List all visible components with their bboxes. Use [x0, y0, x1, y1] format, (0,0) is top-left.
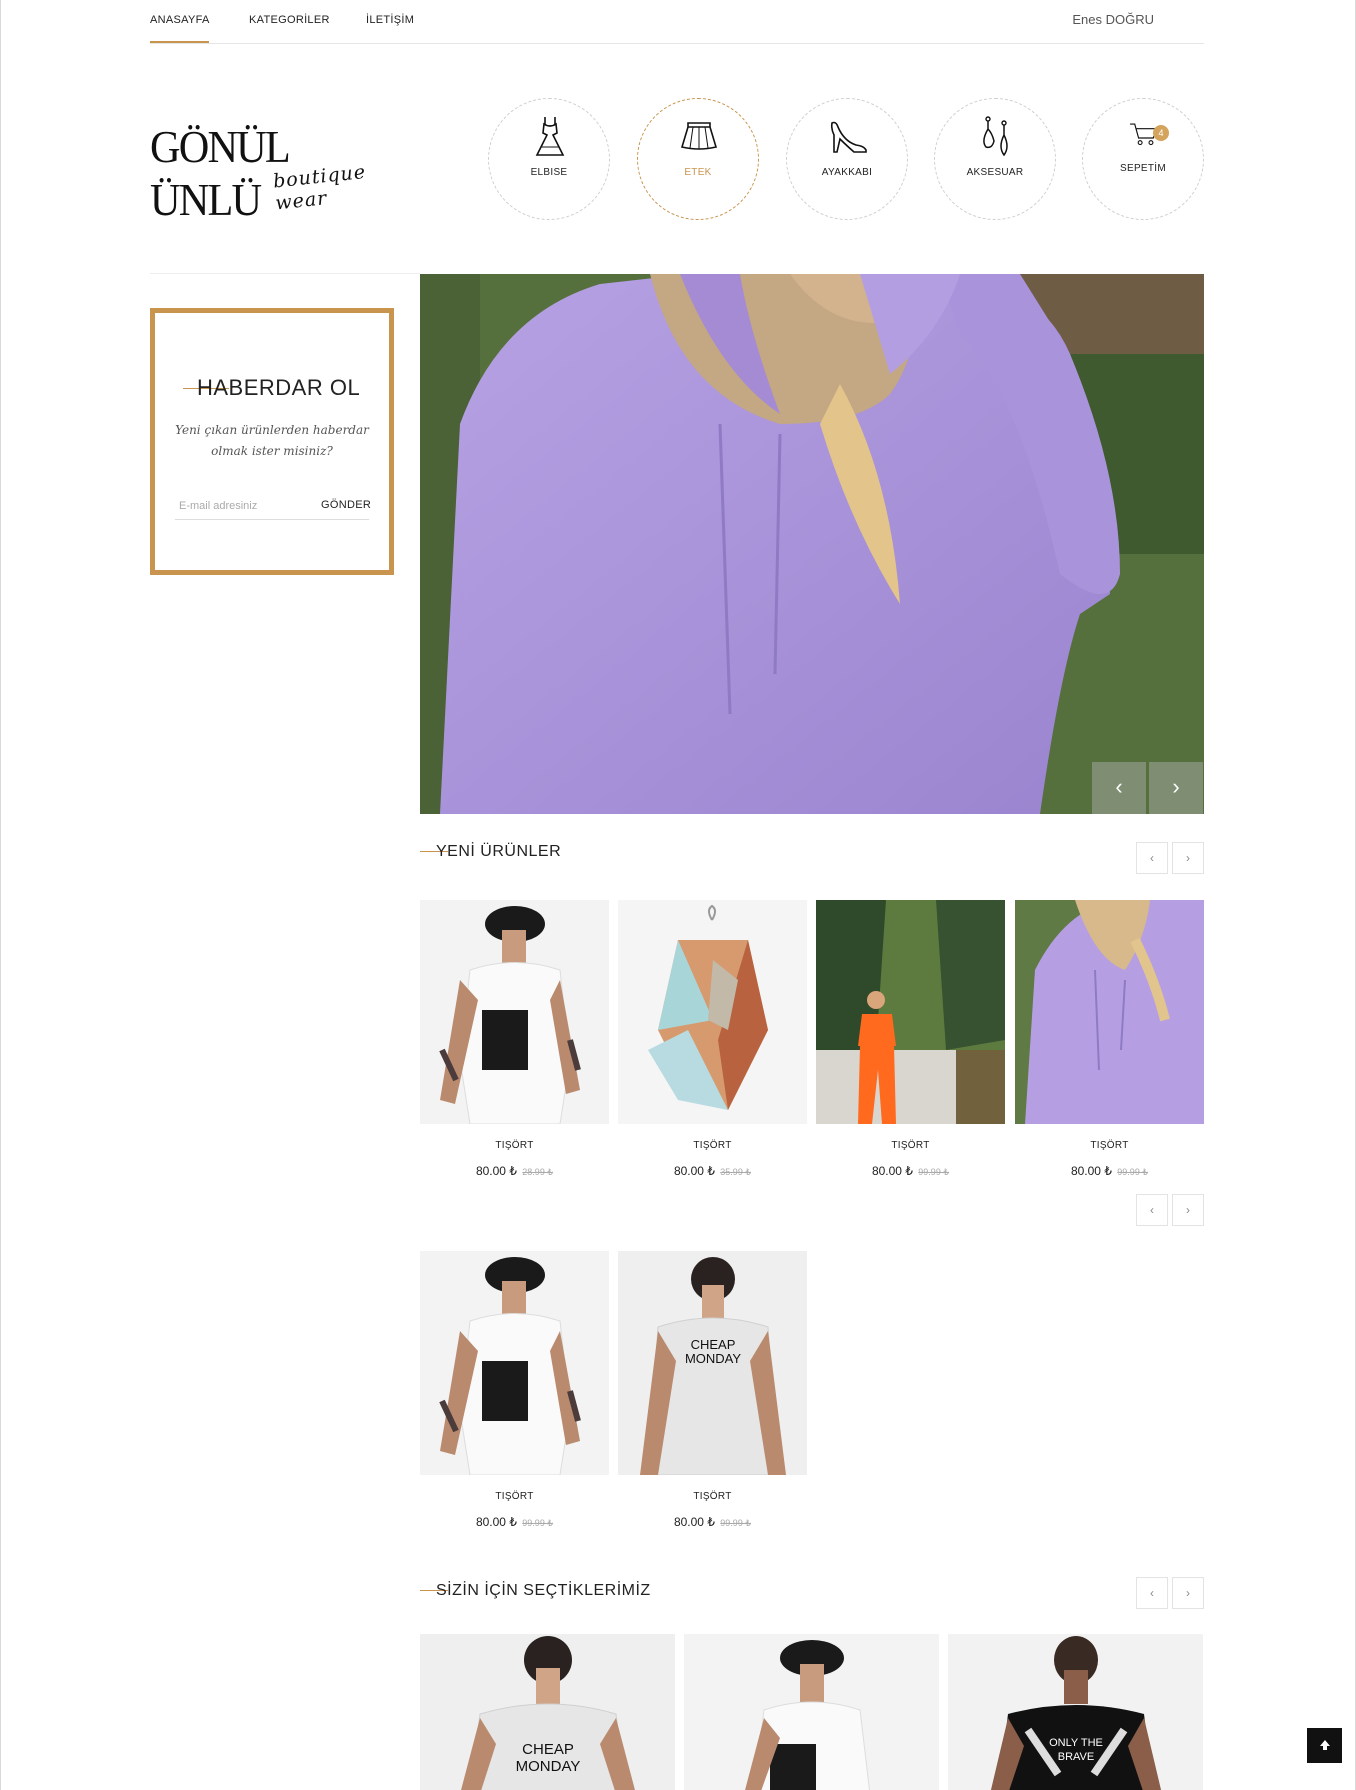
product-price: 80.00 ₺ 35.99 ₺ [618, 1164, 807, 1178]
brand-logo[interactable]: GÖNÜL ÜNLÜ boutique wear [150, 120, 400, 225]
product-card[interactable]: TIŞÖRT 80.00 ₺ 99.99 ₺ [420, 1251, 609, 1529]
product-image[interactable]: ONLY THE BRAVE [948, 1634, 1203, 1790]
product-price: 80.00 ₺ 99.99 ₺ [1015, 1164, 1204, 1178]
old-price: 35.99 ₺ [720, 1167, 752, 1177]
section-title-picks: SİZİN İÇİN SEÇTİKLERİMİZ [436, 1582, 651, 1599]
current-price: 80.00 ₺ [673, 1164, 715, 1178]
tshirt-print-text: BRAVE [1058, 1751, 1094, 1763]
current-price: 80.00 ₺ [871, 1164, 913, 1178]
product-image [1015, 900, 1204, 1124]
product-card[interactable]: CHEAP MONDAY TIŞÖRT 80.00 ₺ 99.99 ₺ [618, 1251, 807, 1529]
old-price: 99.99 ₺ [918, 1167, 950, 1177]
carousel-prev-button[interactable]: ‹ [1136, 842, 1168, 874]
nav-categories[interactable]: KATEGORİLER [249, 14, 330, 26]
tshirt-print-text: ONLY THE [1049, 1737, 1103, 1749]
category-label: AKSESUAR [966, 167, 1024, 178]
tshirt-print-text: MONDAY [516, 1758, 581, 1775]
carousel-prev-button[interactable]: ‹ [1136, 1194, 1168, 1226]
product-name: TIŞÖRT [495, 1491, 534, 1502]
heel-shoe-icon [830, 121, 867, 153]
header-divider [150, 273, 420, 274]
newsletter-description: Yeni çıkan ürünlerden haberdar olmak ist… [175, 423, 369, 458]
current-price: 80.00 ₺ [475, 1164, 517, 1178]
product-image[interactable] [684, 1634, 939, 1790]
email-field[interactable]: E-mail adresiniz [175, 496, 325, 518]
tshirt-print-text: CHEAP [691, 1337, 736, 1352]
product-image [420, 900, 609, 1124]
product-name: TIŞÖRT [693, 1140, 732, 1151]
product-name: TIŞÖRT [495, 1140, 534, 1151]
tshirt-print-text: MONDAY [685, 1351, 741, 1366]
newsletter-submit-button[interactable]: GÖNDER [321, 499, 371, 511]
hero-slide-image [420, 274, 1204, 814]
product-price: 80.00 ₺ 28.99 ₺ [420, 1164, 609, 1178]
nav-active-indicator [150, 41, 209, 43]
carousel-next-button[interactable]: › [1172, 842, 1204, 874]
product-card[interactable]: TIŞÖRT 80.00 ₺ 35.99 ₺ [618, 900, 807, 1178]
category-etek[interactable]: ETEK [637, 98, 759, 220]
carousel-next-button[interactable]: › [1172, 1577, 1204, 1609]
dress-icon [535, 117, 565, 156]
slider-prev-button[interactable]: ‹ [1092, 762, 1146, 814]
section-title-new-products: YENİ ÜRÜNLER [436, 843, 562, 860]
newsletter-title: HABERDAR OL [197, 375, 361, 400]
current-price: 80.00 ₺ [1070, 1164, 1112, 1178]
earrings-icon [983, 116, 1008, 157]
category-aksesuar[interactable]: AKSESUAR [934, 98, 1056, 220]
tshirt-print-text: CHEAP [522, 1741, 574, 1758]
category-sepetim[interactable]: 4 SEPETİM [1082, 98, 1204, 220]
old-price: 99.99 ₺ [522, 1518, 554, 1528]
old-price: 99.99 ₺ [1117, 1167, 1149, 1177]
carousel-next-button[interactable]: › [1172, 1194, 1204, 1226]
scroll-to-top-button[interactable] [1307, 1728, 1342, 1763]
slider-next-button[interactable]: › [1149, 762, 1203, 814]
email-underline [175, 519, 369, 520]
product-price: 80.00 ₺ 99.99 ₺ [618, 1515, 807, 1529]
product-image: CHEAP MONDAY [618, 1251, 807, 1475]
product-image [618, 900, 807, 1124]
old-price: 28.99 ₺ [522, 1167, 554, 1177]
old-price: 99.99 ₺ [720, 1518, 752, 1528]
product-name: TIŞÖRT [693, 1491, 732, 1502]
category-label: AYAKKABI [821, 167, 873, 178]
top-nav: ANASAYFA KATEGORİLER İLETİŞİM Enes DOĞRU [150, 0, 1204, 44]
skirt-icon [680, 122, 718, 150]
product-image [420, 1251, 609, 1475]
category-ayakkabi[interactable]: AYAKKABI [786, 98, 908, 220]
newsletter-box: HABERDAR OL Yeni çıkan ürünlerden haberd… [150, 308, 394, 575]
product-card[interactable]: TIŞÖRT 80.00 ₺ 28.99 ₺ [420, 900, 609, 1178]
current-price: 80.00 ₺ [475, 1515, 517, 1529]
arrow-up-icon [1319, 1740, 1330, 1750]
category-elbise[interactable]: ELBISE [488, 98, 610, 220]
product-image[interactable]: CHEAP MONDAY [420, 1634, 675, 1790]
product-name: TIŞÖRT [891, 1140, 930, 1151]
cart-count-badge: 4 [1153, 125, 1169, 141]
product-image [816, 900, 1005, 1124]
category-label: SEPETİM [1120, 163, 1166, 174]
nav-home[interactable]: ANASAYFA [150, 14, 210, 26]
current-price: 80.00 ₺ [673, 1515, 715, 1529]
user-menu[interactable]: Enes DOĞRU [1072, 12, 1154, 27]
category-label: ELBISE [530, 167, 568, 178]
product-price: 80.00 ₺ 99.99 ₺ [816, 1164, 1005, 1178]
product-card[interactable]: TIŞÖRT 80.00 ₺ 99.99 ₺ [1015, 900, 1204, 1178]
product-card[interactable]: TIŞÖRT 80.00 ₺ 99.99 ₺ [816, 900, 1005, 1178]
product-name: TIŞÖRT [1090, 1140, 1129, 1151]
nav-contact[interactable]: İLETİŞİM [366, 14, 414, 26]
product-price: 80.00 ₺ 99.99 ₺ [420, 1515, 609, 1529]
category-label: ETEK [684, 167, 712, 178]
carousel-prev-button[interactable]: ‹ [1136, 1577, 1168, 1609]
